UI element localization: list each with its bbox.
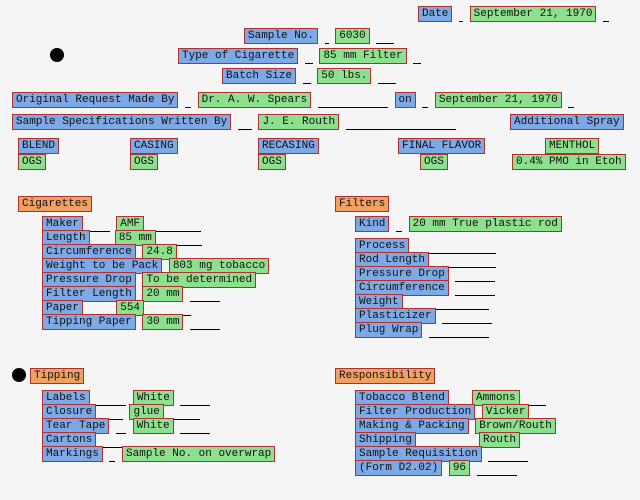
orig-request-by: Dr. A. W. Spears	[198, 92, 312, 108]
menthol-label: MENTHOL	[545, 138, 599, 154]
blend-label: BLEND	[18, 138, 59, 154]
tipping-heading: Tipping	[30, 368, 84, 384]
kind-label: Kind	[355, 216, 389, 232]
sample-no-value: 6030	[335, 28, 369, 44]
ogs-2: OGS	[130, 154, 158, 170]
markings-value: Sample No. on overwrap	[122, 446, 275, 462]
type-value: 85 mm Filter	[319, 48, 406, 64]
responsibility-heading: Responsibility	[335, 368, 435, 384]
sample-no-label: Sample No.	[244, 28, 318, 44]
filters-heading: Filters	[335, 196, 389, 212]
on-value: September 21, 1970	[435, 92, 562, 108]
date-label: Date	[418, 6, 452, 22]
menthol-value: 0.4% PMO in Etoh	[512, 154, 626, 170]
spec-value: J. E. Routh	[258, 114, 339, 130]
recasing-label: RECASING	[258, 138, 319, 154]
spec-label: Sample Specifications Written By	[12, 114, 231, 130]
orig-request-label: Original Request Made By	[12, 92, 178, 108]
plugwrap-label: Plug Wrap	[355, 322, 422, 338]
bullet-icon	[12, 368, 26, 382]
tip-label: Tipping Paper	[42, 314, 136, 330]
casing-label: CASING	[130, 138, 178, 154]
form-label: (Form D2.02)	[355, 460, 442, 476]
on-label: on	[395, 92, 416, 108]
ogs-1: OGS	[18, 154, 46, 170]
tip-value: 30 mm	[142, 314, 183, 330]
bullet-icon	[50, 48, 64, 62]
batch-value: 50 lbs.	[317, 68, 371, 84]
markings-label: Markings	[42, 446, 103, 462]
ogs-4: OGS	[420, 154, 448, 170]
form-value: 96	[449, 460, 470, 476]
cigarettes-heading: Cigarettes	[18, 196, 92, 212]
type-label: Type of Cigarette	[178, 48, 298, 64]
date-value: September 21, 1970	[470, 6, 597, 22]
ogs-3: OGS	[258, 154, 286, 170]
batch-label: Batch Size	[222, 68, 296, 84]
kind-value: 20 mm True plastic rod	[409, 216, 562, 232]
addl-spray-label: Additional Spray	[510, 114, 624, 130]
final-flavor-label: FINAL FLAVOR	[398, 138, 485, 154]
